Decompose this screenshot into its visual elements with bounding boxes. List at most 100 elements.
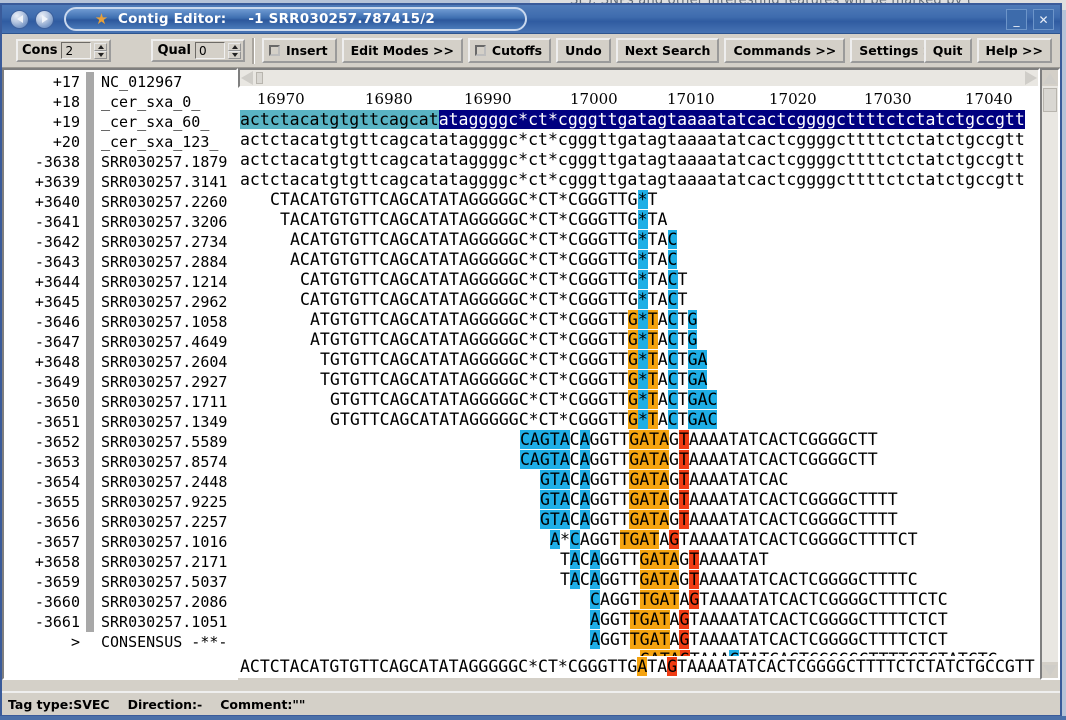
scroll-down-icon[interactable] — [1042, 662, 1058, 678]
read-bases[interactable]: actctacatgtgttcagcatataggggc*ct*cgggttga… — [240, 110, 1025, 130]
scroll-left-icon[interactable] — [241, 71, 253, 85]
reading-name-row[interactable]: -3643 SRR030257.2884 — [4, 252, 236, 272]
alignment-view[interactable]: actctacatgtgttcagcatataggggc*ct*cgggttga… — [238, 110, 1040, 680]
horizontal-scroll-thumb[interactable] — [256, 72, 263, 84]
cutoffs-label: Cutoffs — [491, 43, 543, 58]
minimize-icon[interactable]: _ — [1006, 9, 1027, 30]
reading-name-row[interactable]: +17 NC_012967 — [4, 72, 236, 92]
reading-name-row[interactable]: -3650 SRR030257.1711 — [4, 392, 236, 412]
back-arrow-icon[interactable] — [10, 9, 29, 29]
next-search-button[interactable]: Next Search — [615, 38, 720, 63]
reading-name-row[interactable]: +18 _cer_sxa_0_ — [4, 92, 236, 112]
read-bases[interactable]: TACAGGTTGATAGTAAAATATCACTCGGGGCTTTTC — [560, 570, 918, 590]
reading-name-row[interactable]: -3660 SRR030257.2086 — [4, 592, 236, 612]
reading-name-row[interactable]: -3653 SRR030257.8574 — [4, 452, 236, 472]
qual-spin-up[interactable] — [228, 42, 242, 51]
qual-value[interactable]: 0 — [195, 42, 226, 59]
read-bases[interactable]: CATGTGTTCAGCATATAGGGGGC*CT*CGGGTTG*TACT — [300, 270, 687, 290]
cons-spin-up[interactable] — [94, 42, 108, 51]
reading-name-row[interactable]: +3639 SRR030257.3141 — [4, 172, 236, 192]
reading-number: -3653 — [34, 453, 80, 471]
reading-name-row[interactable]: -3651 SRR030257.1349 — [4, 412, 236, 432]
close-icon[interactable]: ✕ — [1033, 9, 1054, 30]
insert-checkbox[interactable] — [269, 45, 281, 56]
reading-name-row[interactable]: -3661 SRR030257.1051 — [4, 612, 236, 632]
reading-name-row[interactable]: -3657 SRR030257.1016 — [4, 532, 236, 552]
read-bases[interactable]: actctacatgtgttcagcatataggggc*ct*cgggttga… — [240, 170, 1025, 190]
read-bases[interactable]: GTACAGGTTGATAGTAAAATATCAC — [540, 470, 788, 490]
read-bases[interactable]: CAGTACAGGTTGATAGTAAAATATCACTCGGGGCTT — [520, 450, 878, 470]
read-bases[interactable]: TGTGTTCAGCATATAGGGGGC*CT*CGGGTTG*TACTGA — [320, 370, 708, 390]
reading-name-row[interactable]: +3658 SRR030257.2171 — [4, 552, 236, 572]
edit-modes-button[interactable]: Edit Modes >> — [341, 38, 463, 63]
cons-spin-arrows[interactable] — [94, 42, 108, 59]
reading-name-row[interactable]: +20 _cer_sxa_123_ — [4, 132, 236, 152]
undo-button[interactable]: Undo — [556, 38, 611, 63]
reading-name-row[interactable]: -3655 SRR030257.9225 — [4, 492, 236, 512]
reading-gap — [86, 132, 94, 152]
read-bases[interactable]: CAGTACAGGTTGATAGTAAAATATCACTCGGGGCTT — [520, 430, 878, 450]
bases: T — [560, 550, 570, 569]
reading-name-row[interactable]: -3641 SRR030257.3206 — [4, 212, 236, 232]
bases: AGGT — [579, 530, 620, 549]
help-button[interactable]: Help >> — [976, 38, 1052, 63]
read-bases[interactable]: TGTGTTCAGCATATAGGGGGC*CT*CGGGTTG*TACTGA — [320, 350, 708, 370]
scroll-right-icon[interactable] — [1025, 71, 1037, 85]
cutoffs-checkbox[interactable] — [474, 45, 486, 56]
qual-stepper[interactable]: Qual 0 — [151, 39, 246, 62]
scroll-up-icon[interactable] — [1042, 70, 1058, 86]
highlighted-bases: T — [647, 310, 658, 329]
read-bases[interactable]: TACATGTGTTCAGCATATAGGGGGC*CT*CGGGTTG*TA — [280, 210, 667, 230]
reading-name-row[interactable]: +3644 SRR030257.1214 — [4, 272, 236, 292]
read-bases[interactable]: GTACAGGTTGATAGTAAAATATCACTCGGGGCTTTT — [540, 490, 898, 510]
commands-button[interactable]: Commands >> — [724, 38, 846, 63]
reading-name-row[interactable]: +19 _cer_sxa_60_ — [4, 112, 236, 132]
reading-name-row[interactable]: -3656 SRR030257.2257 — [4, 512, 236, 532]
reading-name-row[interactable]: -3647 SRR030257.4649 — [4, 332, 236, 352]
read-bases[interactable]: A*CAGGTTGATAGTAAAATATCACTCGGGGCTTTTCT — [550, 530, 918, 550]
read-bases[interactable]: CTACATGTGTTCAGCATATAGGGGGC*CT*CGGGTTG*T — [270, 190, 657, 210]
read-bases[interactable]: GTGTTCAGCATATAGGGGGC*CT*CGGGTTG*TACTGAC — [330, 390, 718, 410]
read-bases[interactable]: actctacatgtgttcagcatataggggc*ct*cgggttga… — [240, 150, 1025, 170]
read-bases[interactable]: GTACAGGTTGATAGTAAAATATCACTCGGGGCTTTT — [540, 510, 898, 530]
read-bases[interactable]: ATGTGTTCAGCATATAGGGGGC*CT*CGGGTTG*TACTG — [310, 330, 698, 350]
cons-spin-down[interactable] — [94, 50, 108, 59]
quit-button[interactable]: Quit — [923, 38, 972, 63]
read-bases[interactable]: TACAGGTTGATAGTAAAATAT — [560, 550, 769, 570]
read-bases[interactable]: CATGTGTTCAGCATATAGGGGGC*CT*CGGGTTG*TACT — [300, 290, 687, 310]
bases: ATGTGTTCAGCATATAGGGGGC*CT*CGGGTT — [310, 330, 628, 349]
read-bases[interactable]: ACATGTGTTCAGCATATAGGGGGC*CT*CGGGTTG*TAC — [290, 250, 678, 270]
vertical-scroll-thumb[interactable] — [1043, 88, 1057, 112]
reading-name-row[interactable]: -3642 SRR030257.2734 — [4, 232, 236, 252]
reading-name-row[interactable]: -3652 SRR030257.5589 — [4, 432, 236, 452]
insert-toggle[interactable]: Insert — [262, 38, 337, 63]
reading-names-panel[interactable]: +17 NC_012967 +18 _cer_sxa_0_ +19 _cer_sxa_60… — [2, 68, 238, 680]
reading-name-row[interactable]: -3654 SRR030257.2448 — [4, 472, 236, 492]
reading-name-row[interactable]: -3649 SRR030257.2927 — [4, 372, 236, 392]
reading-name-row[interactable]: +3645 SRR030257.2962 — [4, 292, 236, 312]
cons-stepper[interactable]: Cons 2 — [16, 39, 112, 62]
cons-value[interactable]: 2 — [61, 42, 92, 59]
qual-spin-down[interactable] — [228, 50, 242, 59]
reading-name-row[interactable]: -3638 SRR030257.1879 — [4, 152, 236, 172]
forward-arrow-icon[interactable] — [35, 9, 54, 29]
read-bases[interactable]: actctacatgtgttcagcatataggggc*ct*cgggttga… — [240, 130, 1025, 150]
reading-name-row[interactable]: -3646 SRR030257.1058 — [4, 312, 236, 332]
bases: AAAATATCACTCGGGGCTT — [688, 450, 878, 469]
cutoffs-toggle[interactable]: Cutoffs — [467, 38, 552, 63]
vertical-scrollbar[interactable] — [1040, 68, 1060, 680]
read-bases[interactable]: GTGTTCAGCATATAGGGGGC*CT*CGGGTTG*TACTGAC — [330, 410, 718, 430]
read-bases[interactable]: AGGTTGATAGTAAAATATCACTCGGGGCTTTTCTCT — [590, 610, 948, 630]
qual-spin-arrows[interactable] — [228, 42, 242, 59]
horizontal-scrollbar[interactable] — [238, 68, 1040, 88]
consensus-bases[interactable]: ACTCTACATGTGTTCAGCATATAGGGGGC*CT*CGGGTTG… — [240, 656, 1035, 678]
read-bases[interactable]: AGGTTGATAGTAAAATATCACTCGGGGCTTTTCTCT — [590, 630, 948, 650]
reading-name-row[interactable]: +3648 SRR030257.2604 — [4, 352, 236, 372]
reading-name-row[interactable]: +3640 SRR030257.2260 — [4, 192, 236, 212]
highlighted-bases: C — [667, 270, 678, 289]
vertical-scroll-track[interactable] — [1042, 86, 1058, 662]
read-bases[interactable]: CAGGTTGATAGTAAAATATCACTCGGGGCTTTTCTC — [590, 590, 948, 610]
read-bases[interactable]: ATGTGTTCAGCATATAGGGGGC*CT*CGGGTTG*TACTG — [310, 310, 698, 330]
read-bases[interactable]: ACATGTGTTCAGCATATAGGGGGC*CT*CGGGTTG*TAC — [290, 230, 678, 250]
reading-name-row[interactable]: -3659 SRR030257.5037 — [4, 572, 236, 592]
